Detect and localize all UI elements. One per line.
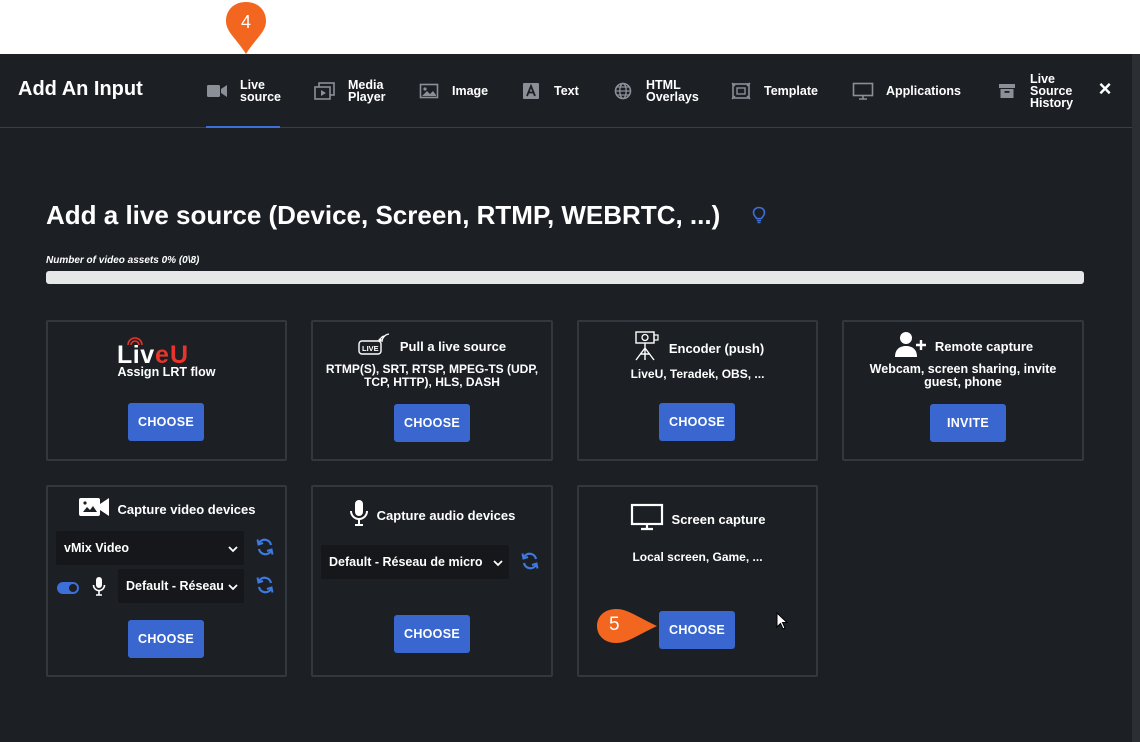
step-5-label: 5 bbox=[609, 614, 620, 635]
remote-invite-button[interactable]: INVITE bbox=[930, 404, 1006, 442]
tab-html-overlays[interactable]: HTML Overlays bbox=[612, 54, 699, 128]
encoder-header: Encoder (push) bbox=[579, 330, 816, 367]
tab-live-source-history[interactable]: Live Source History bbox=[996, 54, 1073, 128]
encoder-choose-button[interactable]: CHOOSE bbox=[659, 403, 735, 441]
add-input-modal: Add An Input Live source Media Player Imag… bbox=[0, 54, 1132, 742]
tab-text[interactable]: Text bbox=[520, 54, 579, 128]
archive-icon bbox=[996, 80, 1018, 102]
audio-devices-choose-button[interactable]: CHOOSE bbox=[394, 615, 470, 653]
tab-live-source-history-label: Live Source History bbox=[1030, 72, 1074, 110]
audio-devices-header: Capture audio devices bbox=[313, 499, 551, 532]
tab-live-source-label: Live source bbox=[240, 78, 281, 104]
audio-devices-title: Capture audio devices bbox=[376, 508, 516, 523]
pull-title: Pull a live source bbox=[399, 339, 507, 354]
pull-desc: RTMP(S), SRT, RTSP, MPEG-TS (UDP, TCP, H… bbox=[325, 362, 539, 389]
chevron-down-icon bbox=[493, 556, 503, 570]
tab-image-label: Image bbox=[452, 84, 489, 98]
pull-header: LIVE Pull a live source bbox=[313, 332, 551, 361]
card-pull-live-source: LIVE Pull a live source RTMP(S), SRT, RT… bbox=[311, 320, 553, 461]
encoder-desc: LiveU, Teradek, OBS, ... bbox=[630, 367, 765, 381]
asset-progress-bar bbox=[46, 271, 1084, 284]
tab-applications-label: Applications bbox=[886, 84, 962, 98]
tab-template[interactable]: Template bbox=[730, 54, 818, 128]
chevron-down-icon bbox=[228, 580, 238, 594]
svg-text:LIVE: LIVE bbox=[362, 344, 379, 353]
image-icon bbox=[418, 80, 440, 102]
tab-image[interactable]: Image bbox=[418, 54, 488, 128]
page-title: Add a live source (Device, Screen, RTMP,… bbox=[46, 200, 721, 230]
audio-enable-toggle[interactable] bbox=[57, 582, 79, 594]
scrollbar[interactable] bbox=[1132, 54, 1140, 742]
svg-text:U: U bbox=[170, 341, 189, 366]
step-5-marker: 5 bbox=[594, 606, 660, 646]
step-4-label: 4 bbox=[240, 11, 251, 32]
video-device-select[interactable]: vMix Video bbox=[56, 531, 244, 565]
media-player-icon bbox=[314, 80, 336, 102]
refresh-audio-devices-icon[interactable] bbox=[520, 551, 540, 571]
liveu-desc: Assign LRT flow bbox=[117, 365, 216, 379]
tab-template-label: Template bbox=[764, 84, 818, 98]
card-capture-video-devices: Capture video devices vMix Video Default… bbox=[46, 485, 287, 677]
camera-tripod-icon bbox=[631, 330, 661, 367]
screen-header: Screen capture bbox=[579, 503, 816, 536]
template-icon bbox=[730, 80, 752, 102]
video-devices-title: Capture video devices bbox=[117, 502, 256, 517]
tab-text-label: Text bbox=[554, 84, 579, 98]
monitor-icon bbox=[852, 80, 874, 102]
asset-count-label: Number of video assets 0% (0\8) bbox=[46, 255, 200, 266]
screen-title: Screen capture bbox=[671, 512, 766, 527]
video-camera-icon bbox=[78, 495, 110, 524]
card-liveu: Liv e U Assign LRT flow CHOOSE bbox=[46, 320, 287, 461]
card-screen-capture: Screen capture Local screen, Game, ... C… bbox=[577, 485, 818, 677]
audio-device-value: Default - Réseau bbox=[126, 579, 224, 593]
tab-live-source[interactable]: Live source bbox=[206, 54, 281, 128]
card-encoder-push: Encoder (push) LiveU, Teradek, OBS, ... … bbox=[577, 320, 818, 461]
refresh-audio-icon[interactable] bbox=[255, 575, 275, 595]
audio-only-device-value: Default - Réseau de micro bbox=[329, 555, 483, 569]
video-device-value: vMix Video bbox=[64, 541, 130, 555]
monitor-icon bbox=[630, 503, 664, 536]
remote-header: Remote capture bbox=[844, 330, 1082, 363]
encoder-title: Encoder (push) bbox=[668, 341, 765, 356]
mouse-cursor-icon bbox=[776, 611, 789, 635]
svg-text:Liv: Liv bbox=[117, 341, 155, 366]
globe-icon bbox=[612, 80, 634, 102]
card-capture-audio-devices: Capture audio devices Default - Réseau d… bbox=[311, 485, 553, 677]
close-icon[interactable]: × bbox=[1096, 78, 1114, 100]
modal-header: Add An Input Live source Media Player Imag… bbox=[0, 54, 1132, 128]
remote-desc: Webcam, screen sharing, invite guest, ph… bbox=[869, 362, 1057, 389]
camera-icon bbox=[206, 80, 228, 102]
microphone-icon bbox=[349, 499, 369, 532]
add-user-icon bbox=[893, 330, 927, 363]
refresh-video-icon[interactable] bbox=[255, 537, 275, 557]
chevron-down-icon bbox=[228, 542, 238, 556]
video-devices-choose-button[interactable]: CHOOSE bbox=[128, 620, 204, 658]
microphone-icon bbox=[92, 576, 106, 601]
text-icon bbox=[520, 80, 542, 102]
live-broadcast-icon: LIVE bbox=[358, 332, 392, 361]
card-remote-capture: Remote capture Webcam, screen sharing, i… bbox=[842, 320, 1084, 461]
modal-title: Add An Input bbox=[18, 78, 143, 100]
audio-device-select[interactable]: Default - Réseau bbox=[118, 569, 244, 603]
tab-applications[interactable]: Applications bbox=[852, 54, 961, 128]
pull-choose-button[interactable]: CHOOSE bbox=[394, 404, 470, 442]
screen-desc: Local screen, Game, ... bbox=[632, 550, 763, 564]
step-4-marker: 4 bbox=[224, 0, 268, 56]
remote-title: Remote capture bbox=[934, 339, 1034, 354]
lightbulb-icon[interactable] bbox=[752, 206, 766, 229]
video-devices-header: Capture video devices bbox=[48, 495, 285, 524]
tab-html-overlays-label: HTML Overlays bbox=[646, 78, 699, 104]
tab-media-player[interactable]: Media Player bbox=[314, 54, 386, 128]
liveu-choose-button[interactable]: CHOOSE bbox=[128, 403, 204, 441]
svg-text:e: e bbox=[155, 341, 169, 366]
audio-only-device-select[interactable]: Default - Réseau de micro bbox=[321, 545, 509, 579]
tab-media-player-label: Media Player bbox=[348, 78, 386, 104]
screen-choose-button[interactable]: CHOOSE bbox=[659, 611, 735, 649]
